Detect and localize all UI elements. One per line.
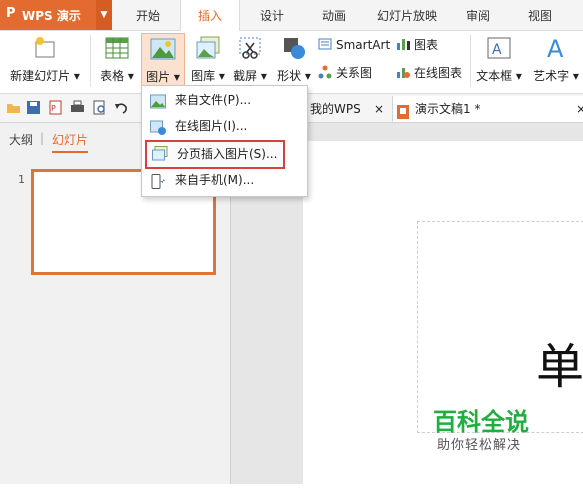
menu-item-from-phone[interactable]: 来自手机(M)... <box>142 168 307 193</box>
gallery-icon <box>195 35 221 61</box>
doc-tab-my-wps[interactable]: 我的WPS <box>310 96 361 122</box>
watermark-subtitle: 助你轻松解决 <box>437 438 522 453</box>
app-menu-button[interactable]: P WPS 演示 ▼ <box>0 0 112 30</box>
relation-chart-button[interactable]: 关系图 <box>318 63 372 83</box>
slide-number: 1 <box>18 173 25 186</box>
svg-text:A: A <box>492 42 502 58</box>
new-slide-icon <box>32 35 58 61</box>
tab-insert[interactable]: 插入 <box>180 0 240 31</box>
app-name: WPS 演示 <box>22 9 81 23</box>
svg-text:A: A <box>547 35 564 61</box>
menu-bar: P WPS 演示 ▼ 开始 插入 设计 动画 幻灯片放映 审阅 视图 <box>0 0 583 31</box>
export-pdf-icon[interactable]: P <box>48 100 63 115</box>
chart-label: 图表 <box>414 38 439 52</box>
new-slide-button[interactable]: 新建幻灯片 ▾ <box>6 33 84 89</box>
ribbon-divider <box>90 35 91 87</box>
picture-button[interactable]: 图片 ▾ <box>141 33 185 91</box>
wordart-label: 艺术字 <box>533 69 570 83</box>
watermark-title: 百科全说 <box>433 408 529 436</box>
picture-label: 图片 <box>146 70 171 84</box>
tab-start[interactable]: 开始 <box>124 0 172 30</box>
menu-item-from-file[interactable]: 来自文件(P)... <box>142 88 307 113</box>
print-preview-icon[interactable] <box>92 100 107 115</box>
gallery-label: 图库 <box>191 69 216 83</box>
wps-logo-icon: P <box>6 6 16 21</box>
tab-slides[interactable]: 幻灯片 <box>52 131 89 153</box>
doc-tab-label: 我的WPS <box>310 102 361 116</box>
tab-outline[interactable]: 大纲 <box>9 131 33 148</box>
textbox-button[interactable]: A 文本框 ▾ <box>474 33 524 89</box>
tab-review[interactable]: 审阅 <box>456 0 500 30</box>
screenshot-button[interactable]: 截屏 ▾ <box>230 33 270 89</box>
online-picture-icon <box>150 119 166 135</box>
tab-view[interactable]: 视图 <box>516 0 564 30</box>
undo-icon[interactable] <box>114 100 129 115</box>
shapes-label: 形状 <box>277 69 302 83</box>
doc-tab-presentation[interactable]: 演示文稿1 * × <box>392 96 583 122</box>
menu-item-label: 在线图片(I)... <box>175 119 248 133</box>
picture-file-icon <box>150 93 166 109</box>
scissors-icon <box>237 35 263 61</box>
menu-item-label: 分页插入图片(S)... <box>177 147 278 161</box>
smartart-icon <box>318 37 332 51</box>
ribbon-divider <box>470 35 471 87</box>
screenshot-label: 截屏 <box>233 69 258 83</box>
picture-dropdown-menu: 来自文件(P)... 在线图片(I)... 分页插入图片(S)... 来自手机(… <box>141 85 308 197</box>
save-icon[interactable] <box>26 100 41 115</box>
shapes-icon <box>281 35 307 61</box>
menu-item-paged-insert-picture[interactable]: 分页插入图片(S)... <box>145 140 285 169</box>
textbox-icon: A <box>486 35 512 61</box>
relation-chart-label: 关系图 <box>336 66 373 80</box>
doc-tab-close-button[interactable]: × <box>576 96 583 122</box>
paged-insert-picture-icon <box>152 145 168 161</box>
new-slide-label: 新建幻灯片 <box>10 69 71 83</box>
print-icon[interactable] <box>70 100 85 115</box>
menu-item-label: 来自文件(P)... <box>175 93 252 107</box>
textbox-label: 文本框 <box>476 69 513 83</box>
menu-item-label: 来自手机(M)... <box>175 173 255 187</box>
menu-item-online-picture[interactable]: 在线图片(I)... <box>142 114 307 139</box>
online-chart-label: 在线图表 <box>414 66 463 80</box>
panel-tab-divider: | <box>40 131 45 145</box>
tab-slideshow[interactable]: 幻灯片放映 <box>370 0 444 30</box>
picture-icon <box>150 36 176 62</box>
tab-animation[interactable]: 动画 <box>310 0 358 30</box>
table-button[interactable]: 表格 ▾ <box>96 33 138 89</box>
wordart-button[interactable]: A 艺术字 ▾ <box>530 33 582 89</box>
chart-button[interactable]: 图表 <box>396 35 438 55</box>
gallery-button[interactable]: 图库 ▾ <box>186 33 230 89</box>
slide-title-text[interactable]: 单 <box>536 327 583 397</box>
phone-icon <box>150 173 166 189</box>
table-label: 表格 <box>100 69 125 83</box>
doc-tab-close-button[interactable]: × <box>374 96 384 122</box>
presentation-file-icon <box>397 102 409 119</box>
doc-tab-label: 演示文稿1 * <box>415 102 481 116</box>
online-chart-icon <box>396 65 410 79</box>
app-menu-dropdown-icon[interactable]: ▼ <box>96 0 112 30</box>
online-chart-button[interactable]: 在线图表 <box>396 63 462 83</box>
tab-design[interactable]: 设计 <box>248 0 296 30</box>
chart-icon <box>396 37 410 51</box>
svg-text:P: P <box>51 104 56 113</box>
smartart-label: SmartArt <box>336 38 391 52</box>
smartart-button[interactable]: SmartArt <box>318 35 390 55</box>
open-folder-icon[interactable] <box>6 100 21 115</box>
table-icon <box>104 35 130 61</box>
wordart-icon: A <box>543 35 569 63</box>
shapes-button[interactable]: 形状 ▾ <box>274 33 314 89</box>
relation-chart-icon <box>318 65 332 79</box>
